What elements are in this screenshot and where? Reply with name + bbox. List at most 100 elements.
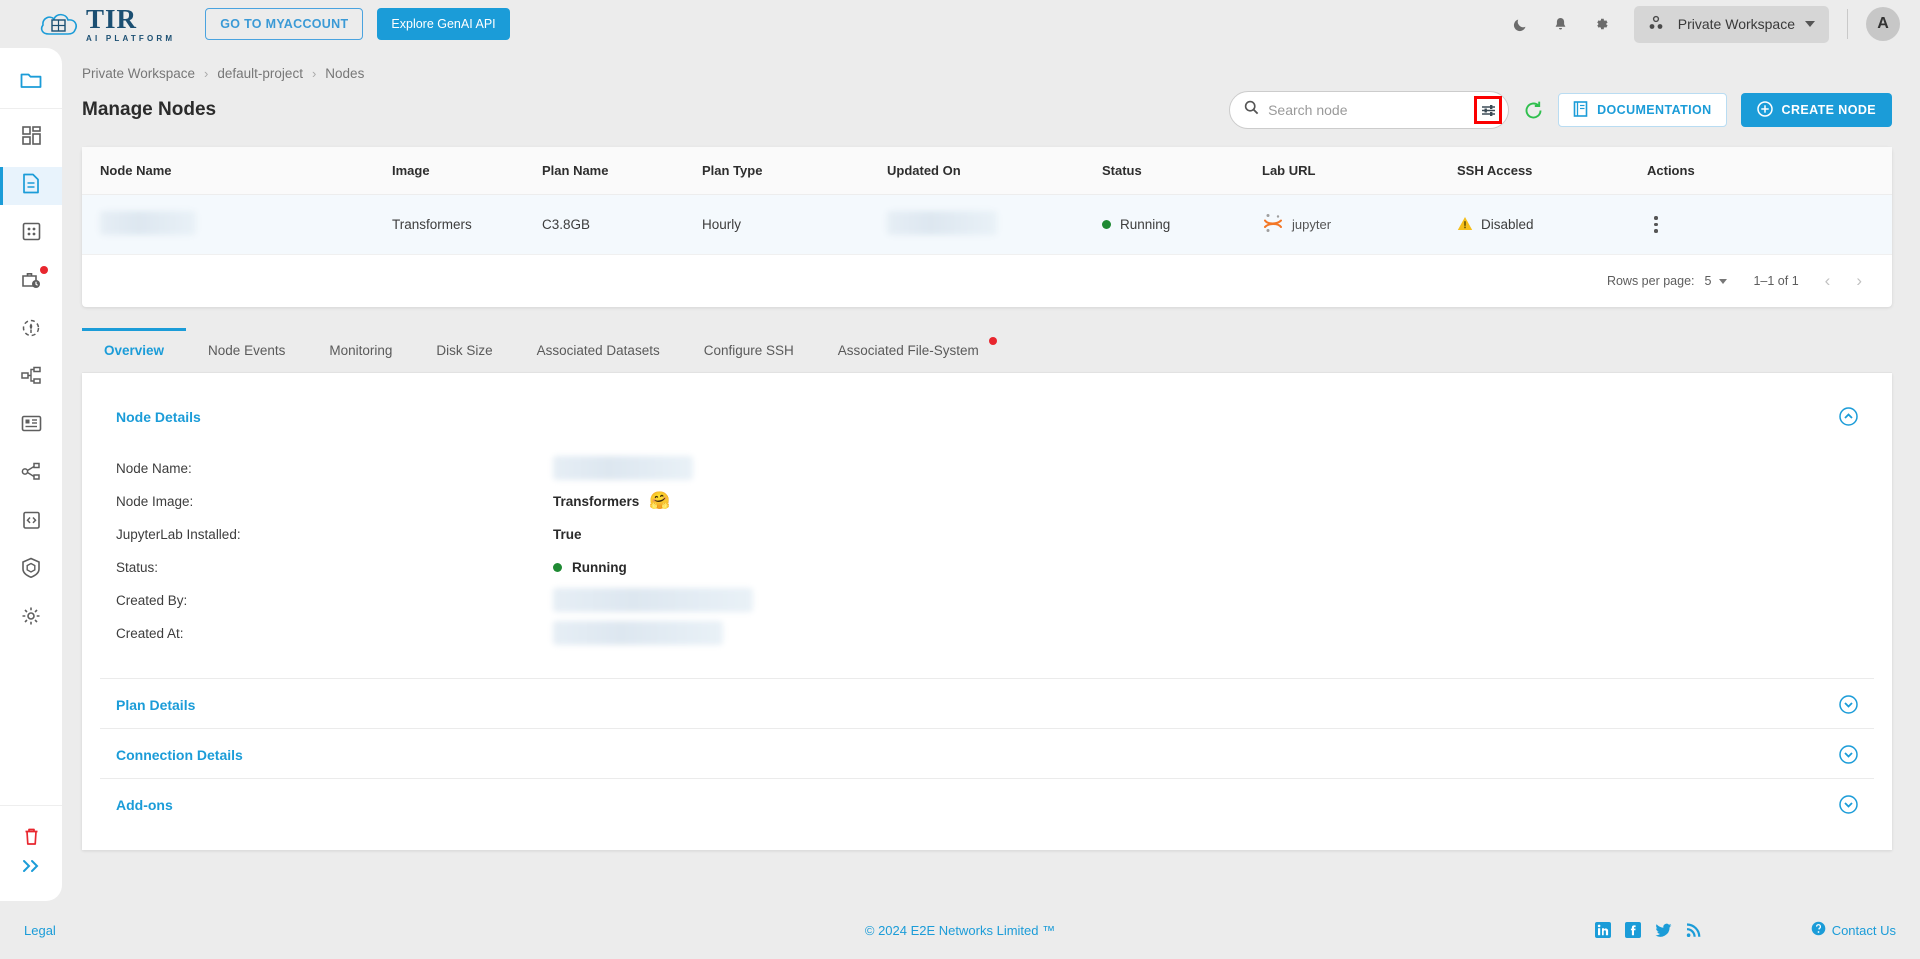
moon-icon[interactable] [1510, 13, 1532, 35]
kebab-menu-icon[interactable] [1647, 216, 1665, 233]
overview-panel: Node Details Node Name: Node Image: Tran… [82, 373, 1892, 850]
rows-per-page-select[interactable]: 5 [1705, 274, 1728, 288]
field-value: Transformers 🤗 [553, 491, 670, 511]
accordion-header-node-details[interactable]: Node Details [100, 391, 1874, 440]
column-plan-name[interactable]: Plan Name [542, 147, 702, 195]
cell-status: Running [1102, 194, 1262, 255]
tab-associated-datasets[interactable]: Associated Datasets [515, 329, 682, 372]
column-node-name[interactable]: Node Name [82, 147, 392, 195]
filter-sliders-icon[interactable] [1474, 96, 1503, 124]
accordion-header-plan-details[interactable]: Plan Details [100, 679, 1874, 728]
sidebar-item-datasets[interactable] [0, 215, 62, 253]
sidebar-item-containers[interactable] [0, 551, 62, 589]
column-plan-type[interactable]: Plan Type [702, 147, 887, 195]
sidebar-item-nodes[interactable] [0, 167, 62, 205]
folder-icon [20, 70, 42, 94]
notification-badge [40, 266, 48, 274]
documentation-button[interactable]: DOCUMENTATION [1558, 93, 1727, 127]
field-value [553, 621, 723, 645]
bell-icon[interactable] [1550, 13, 1572, 35]
footer-legal-link[interactable]: Legal [24, 923, 56, 938]
cell-actions [1647, 194, 1892, 255]
column-lab-url[interactable]: Lab URL [1262, 147, 1457, 195]
circle-chevron-down-icon[interactable] [1839, 745, 1858, 764]
lab-url-label: jupyter [1292, 217, 1332, 232]
gear-icon[interactable] [1590, 13, 1612, 35]
refresh-icon[interactable] [1523, 100, 1544, 121]
facebook-icon[interactable] [1624, 922, 1641, 938]
create-node-button[interactable]: CREATE NODE [1740, 93, 1892, 127]
column-updated-on[interactable]: Updated On [887, 147, 1102, 195]
field-label: Status: [116, 559, 159, 575]
sidebar [0, 48, 62, 901]
sidebar-item-jobs[interactable] [0, 263, 62, 301]
search-box[interactable] [1229, 91, 1510, 129]
accordion-node-details: Node Details Node Name: Node Image: Tran… [100, 391, 1874, 679]
sidebar-item-dashboard[interactable] [0, 119, 62, 157]
accordion-body-node-details: Node Name: Node Image: Transformers 🤗 Ju… [100, 440, 1874, 678]
circle-chevron-down-icon[interactable] [1839, 695, 1858, 714]
field-value: True [553, 526, 582, 542]
help-circle-icon [1811, 921, 1826, 939]
field-node-name: Node Name: [116, 454, 1858, 482]
footer-contact-link[interactable]: Contact Us [1811, 921, 1896, 939]
cloud-logo-icon [38, 9, 80, 39]
tab-label: Node Events [208, 343, 286, 358]
field-label: Created At: [116, 625, 184, 641]
circle-chevron-down-icon[interactable] [1839, 795, 1858, 814]
sidebar-item-pipelines[interactable] [0, 359, 62, 397]
table-row[interactable]: Transformers C3.8GB Hourly Running jupyt… [82, 194, 1892, 255]
tab-monitoring[interactable]: Monitoring [307, 329, 414, 372]
twitter-icon[interactable] [1654, 923, 1672, 938]
linkedin-icon[interactable] [1594, 922, 1611, 938]
column-ssh-access[interactable]: SSH Access [1457, 147, 1647, 195]
nodes-table-card: Node Name Image Plan Name Plan Type Upda… [82, 147, 1892, 307]
chevrons-right-icon [21, 859, 41, 878]
workspace-selector[interactable]: Private Workspace [1633, 5, 1829, 43]
top-bar: TIR AI PLATFORM GO TO MYACCOUNT Explore … [0, 0, 1920, 48]
workspace-label: Private Workspace [1677, 16, 1795, 32]
tab-configure-ssh[interactable]: Configure SSH [682, 329, 816, 372]
search-icon [1244, 100, 1259, 120]
sidebar-expand-button[interactable] [21, 858, 41, 879]
sidebar-item-endpoints[interactable] [0, 455, 62, 493]
tab-node-events[interactable]: Node Events [186, 329, 307, 372]
chevron-right-icon[interactable]: › [1856, 271, 1862, 291]
sidebar-item-inference[interactable] [0, 311, 62, 349]
sidebar-item-trash[interactable] [23, 820, 40, 858]
column-image[interactable]: Image [392, 147, 542, 195]
sidebar-item-api[interactable] [0, 503, 62, 541]
code-clipboard-icon [22, 510, 41, 535]
explore-genai-api-button[interactable]: Explore GenAI API [377, 8, 510, 40]
chevron-left-icon[interactable]: ‹ [1825, 271, 1831, 291]
search-input[interactable] [1268, 102, 1466, 118]
sidebar-item-folder[interactable] [0, 58, 62, 109]
tab-overview[interactable]: Overview [82, 328, 187, 372]
sidebar-item-models[interactable] [0, 407, 62, 445]
column-status[interactable]: Status [1102, 147, 1262, 195]
tab-disk-size[interactable]: Disk Size [414, 329, 514, 372]
cell-image: Transformers [392, 194, 542, 255]
field-label: Node Image: [116, 493, 194, 509]
share-nodes-icon [21, 462, 41, 486]
breadcrumb-item-1[interactable]: default-project [217, 66, 303, 81]
sidebar-item-settings[interactable] [0, 599, 62, 637]
circle-chevron-up-icon[interactable] [1839, 407, 1858, 426]
tab-label: Configure SSH [703, 343, 794, 358]
status-label: Running [572, 559, 627, 575]
grid-icon [22, 222, 41, 246]
tab-label: Monitoring [329, 343, 393, 358]
go-to-myaccount-button[interactable]: GO TO MYACCOUNT [205, 8, 364, 40]
breadcrumb-item-2[interactable]: Nodes [325, 66, 364, 81]
rss-icon[interactable] [1686, 922, 1701, 938]
breadcrumb-item-0[interactable]: Private Workspace [82, 66, 195, 81]
accordion-header-add-ons[interactable]: Add-ons [100, 779, 1874, 828]
breadcrumb-separator: › [204, 66, 209, 81]
accordion-header-connection-details[interactable]: Connection Details [100, 729, 1874, 778]
cell-lab-url[interactable]: jupyter [1262, 194, 1457, 255]
avatar[interactable]: A [1866, 7, 1900, 41]
tab-associated-file-system[interactable]: Associated File-System [816, 329, 1001, 372]
cube-shield-icon [21, 557, 41, 583]
rows-per-page-value: 5 [1704, 274, 1712, 288]
app-logo[interactable]: TIR AI PLATFORM [38, 5, 175, 43]
